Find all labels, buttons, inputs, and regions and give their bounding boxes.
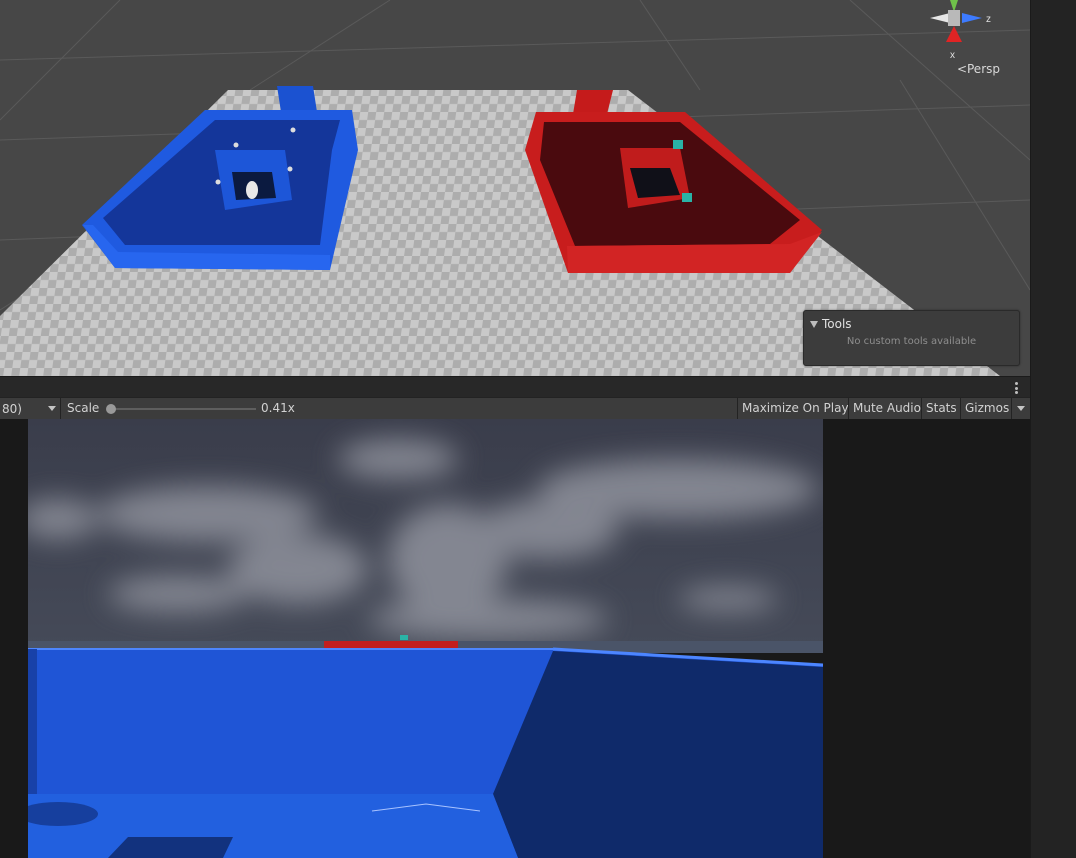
maximize-on-play-button[interactable]: Maximize On Play [737,398,853,419]
right-scroll-strip [1030,0,1076,858]
tools-header[interactable]: Tools [810,317,852,331]
scale-slider-thumb[interactable] [106,404,116,414]
scene-view[interactable]: z x <Persp Tools No custom tools availab… [0,0,1030,376]
more-options-icon[interactable] [1015,382,1018,394]
blue-base[interactable] [82,86,358,270]
game-toolbar: 80) Scale 0.41x Maximize On Play Mute Au… [0,397,1030,420]
blue-floor [28,794,518,858]
projection-label: Persp [967,62,1000,76]
gizmo-z-label: z [986,14,991,25]
dropdown-arrow-icon [48,406,56,411]
tools-empty-text: No custom tools available [846,336,977,347]
resolution-text: 80) [2,401,22,416]
scale-slider-track[interactable] [110,408,256,410]
scale-label: Scale [67,401,100,415]
gizmos-dropdown-button[interactable] [1011,398,1031,419]
game-view-tabbar [0,376,1030,398]
tools-triangle-icon[interactable] [810,320,818,328]
resolution-dropdown[interactable]: 80) [0,398,61,419]
game-render[interactable] [28,419,823,858]
tools-overlay-panel[interactable]: Tools No custom tools available [803,310,1020,366]
projection-toggle[interactable]: <Persp [957,62,1000,76]
red-base[interactable] [525,90,822,273]
gizmos-button[interactable]: Gizmos [960,398,1013,419]
tools-title: Tools [822,317,852,331]
scale-slider[interactable] [106,403,258,415]
mute-audio-button[interactable]: Mute Audio [848,398,925,419]
stats-button[interactable]: Stats [921,398,961,419]
scale-value: 0.41x [261,401,295,415]
game-view[interactable] [0,419,1030,858]
distant-red-base [324,641,458,649]
persp-arrow-icon: < [956,62,967,76]
dropdown-arrow-icon [1017,406,1025,411]
gizmo-x-label: x [950,50,955,61]
